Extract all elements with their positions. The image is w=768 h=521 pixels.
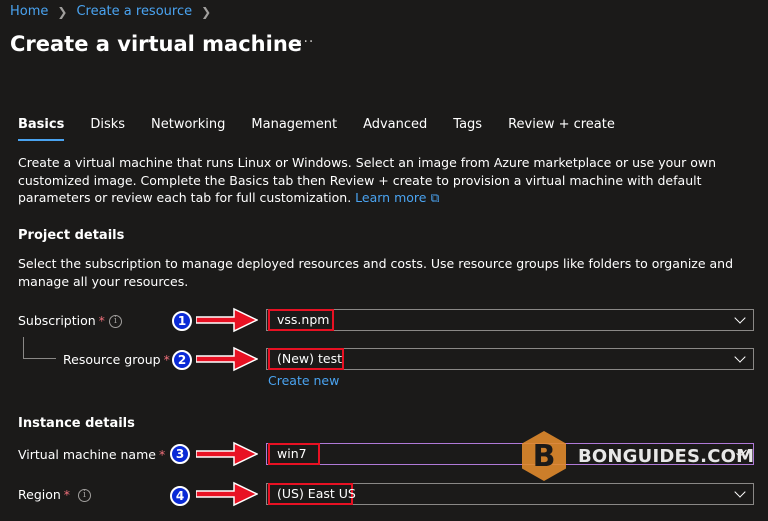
annotation-badge-2: 2 bbox=[172, 350, 192, 370]
required-marker: * bbox=[163, 352, 170, 367]
vm-name-label: Virtual machine name * bbox=[18, 447, 166, 462]
annotation-badge-3: 3 bbox=[170, 444, 190, 464]
info-icon[interactable]: i bbox=[109, 315, 122, 328]
breadcrumb-home-link[interactable]: Home bbox=[10, 4, 48, 19]
subscription-dropdown[interactable] bbox=[266, 309, 754, 331]
annotation-badge-1: 1 bbox=[172, 311, 192, 331]
arrow-right-icon bbox=[196, 481, 258, 507]
tree-connector bbox=[23, 337, 24, 359]
tab-review-create[interactable]: Review + create bbox=[508, 117, 615, 141]
tab-bar: Basics Disks Networking Management Advan… bbox=[18, 117, 641, 141]
project-details-title: Project details bbox=[18, 228, 125, 243]
subscription-label: Subscription * bbox=[18, 313, 105, 328]
svg-text:B: B bbox=[533, 439, 556, 474]
create-new-link[interactable]: Create new bbox=[268, 373, 339, 388]
chevron-down-icon bbox=[734, 351, 746, 363]
tab-tags[interactable]: Tags bbox=[453, 117, 482, 141]
intro-text: Create a virtual machine that runs Linux… bbox=[18, 154, 753, 207]
learn-more-link[interactable]: Learn more ⧉ bbox=[355, 190, 439, 205]
chevron-down-icon bbox=[734, 486, 746, 498]
breadcrumb: Home ❯ Create a resource ❯ bbox=[10, 4, 220, 19]
external-link-icon: ⧉ bbox=[430, 190, 440, 205]
project-details-description: Select the subscription to manage deploy… bbox=[18, 256, 734, 289]
arrow-right-icon bbox=[196, 441, 258, 467]
required-marker: * bbox=[98, 313, 105, 328]
resource-group-label: Resource group * bbox=[63, 352, 170, 367]
tab-advanced[interactable]: Advanced bbox=[363, 117, 427, 141]
more-options-icon[interactable]: ··· bbox=[298, 34, 314, 50]
tree-connector bbox=[23, 358, 56, 359]
arrow-right-icon bbox=[196, 307, 258, 333]
required-marker: * bbox=[63, 487, 71, 502]
tab-management[interactable]: Management bbox=[251, 117, 337, 141]
tab-networking[interactable]: Networking bbox=[151, 117, 225, 141]
chevron-right-icon: ❯ bbox=[57, 4, 68, 19]
tab-disks[interactable]: Disks bbox=[90, 117, 125, 141]
breadcrumb-create-resource-link[interactable]: Create a resource bbox=[76, 4, 192, 19]
watermark-text: BONGUIDES.COM bbox=[578, 445, 755, 467]
subscription-value: vss.npm bbox=[268, 309, 334, 331]
chevron-right-icon: ❯ bbox=[201, 4, 212, 19]
region-value: (US) East US bbox=[268, 483, 356, 505]
arrow-right-icon bbox=[196, 346, 258, 372]
info-icon[interactable]: i bbox=[78, 489, 91, 502]
vm-name-value: win7 bbox=[268, 443, 320, 465]
resource-group-value: (New) test bbox=[268, 348, 344, 370]
page-title: Create a virtual machine bbox=[10, 32, 303, 56]
bonguides-logo-icon: B bbox=[522, 431, 566, 481]
watermark: B BONGUIDES.COM bbox=[518, 430, 754, 482]
required-marker: * bbox=[158, 447, 166, 462]
annotation-badge-4: 4 bbox=[170, 486, 190, 506]
tab-basics[interactable]: Basics bbox=[18, 117, 65, 141]
region-label: Region * bbox=[18, 487, 71, 502]
instance-details-title: Instance details bbox=[18, 416, 135, 431]
chevron-down-icon bbox=[734, 312, 746, 324]
